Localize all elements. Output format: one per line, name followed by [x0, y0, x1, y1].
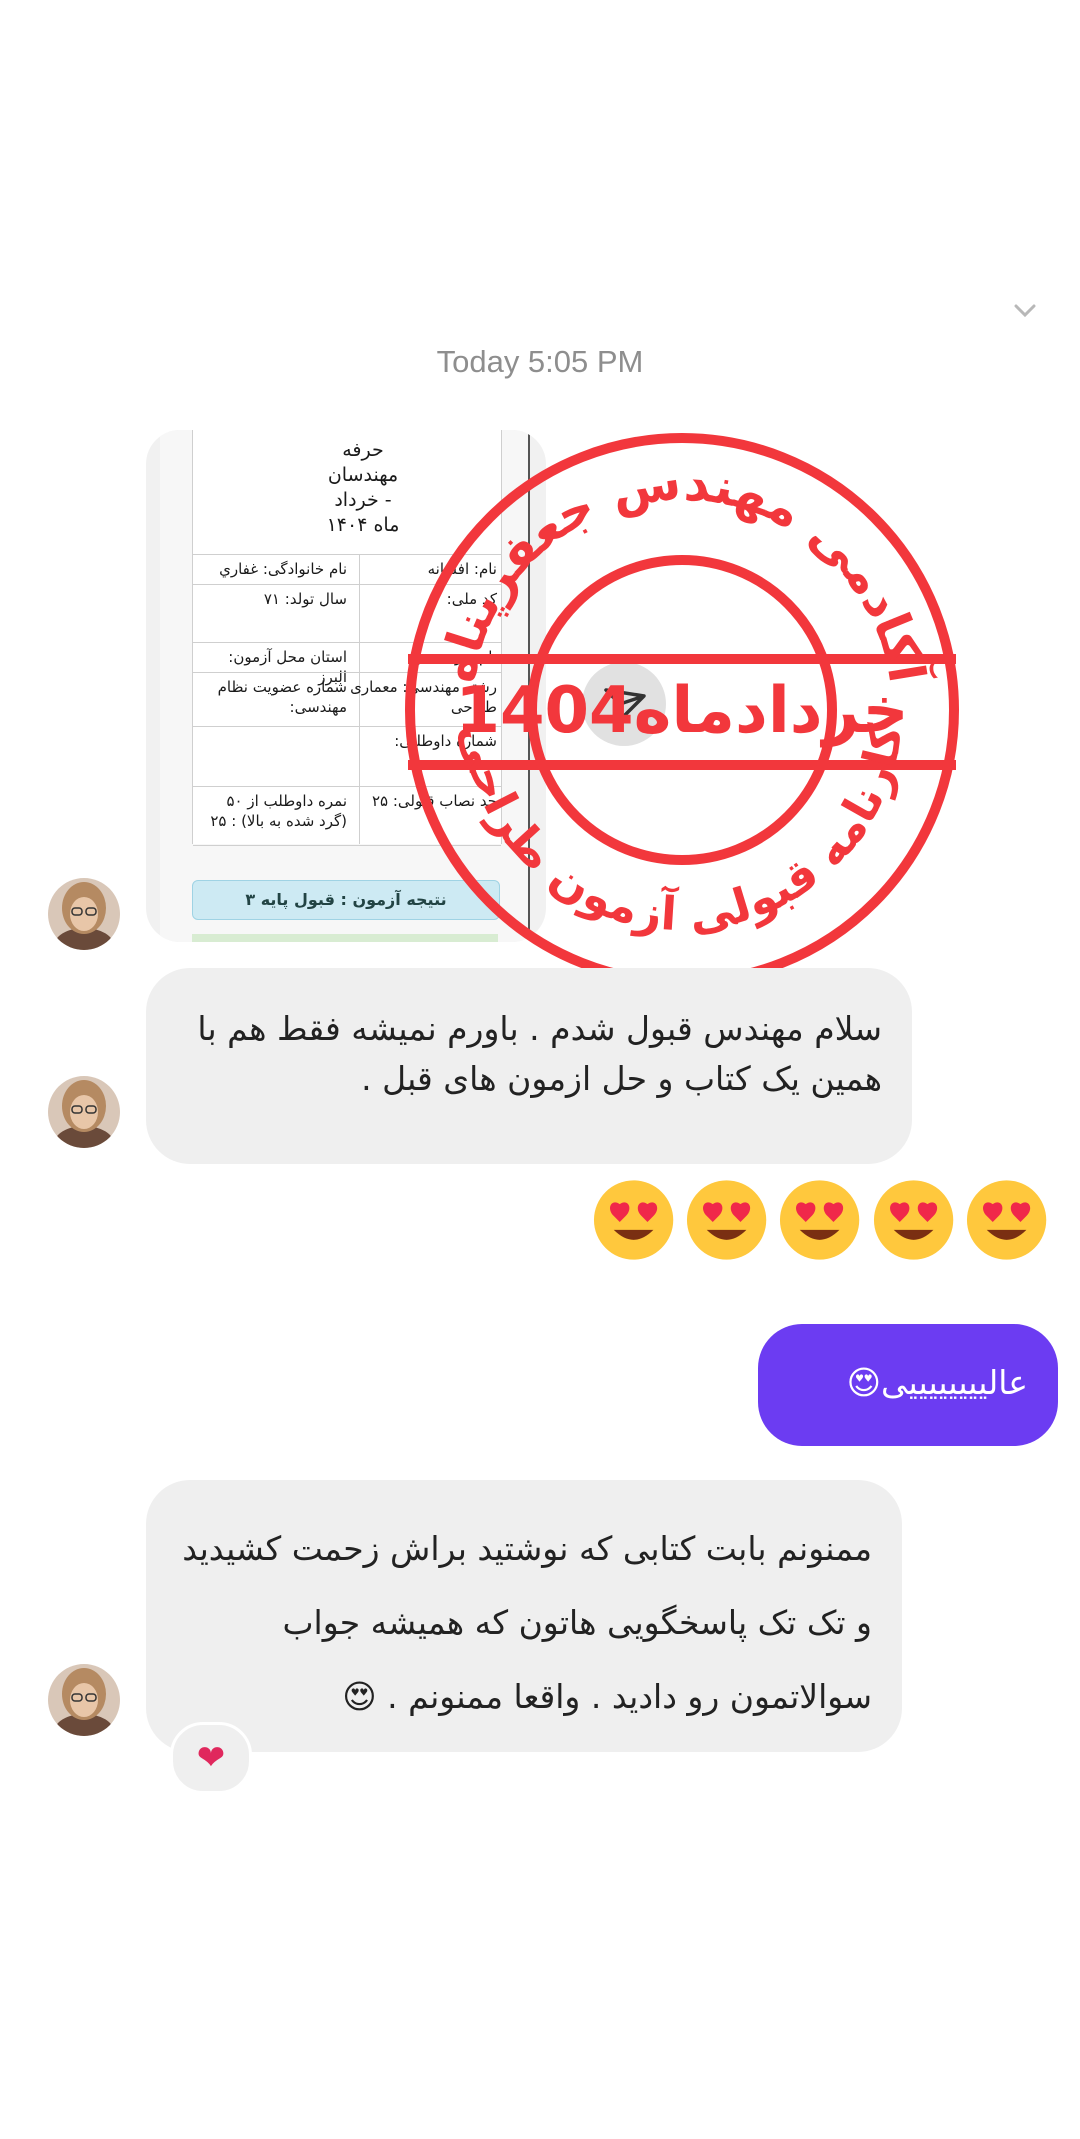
- heart-eyes-emoji-icon: [687, 1180, 767, 1260]
- avatar[interactable]: [48, 1076, 120, 1148]
- svg-text:آکادمی مهندس جعفرپناه: آکادمی مهندس جعفرپناه: [428, 452, 938, 688]
- message-bubble-incoming[interactable]: ممنونم بابت کتابی که نوشتید براش زحمت کش…: [146, 1480, 902, 1752]
- message-text: عالییییییییی😍: [846, 1363, 1028, 1402]
- heart-eyes-emoji-icon: [966, 1180, 1047, 1260]
- heart-reaction-icon[interactable]: ❤: [170, 1722, 252, 1794]
- stamp-center-text: خردادماه1404: [455, 674, 908, 748]
- stamp-watermark: آکادمی مهندس جعفرپناه خردادماه1404 کارنا…: [404, 432, 960, 988]
- message-bubble-incoming[interactable]: سلام مهندس قبول شدم . باورم نمیشه فقط هم…: [146, 968, 912, 1164]
- stamp-top-text: آکادمی مهندس جعفرپناه: [428, 452, 938, 688]
- message-timestamp: Today 5:05 PM: [436, 344, 644, 379]
- heart-eyes-emoji-icon: [593, 1180, 674, 1260]
- chevron-down-icon[interactable]: [1014, 298, 1036, 320]
- stamp-bottom-text: کارنامه قبولی آزمون طراحی: [451, 719, 913, 942]
- heart-eyes-emoji-icon: [780, 1180, 860, 1260]
- svg-text:کارنامه قبولی آزمون طراحی: کارنامه قبولی آزمون طراحی: [451, 719, 913, 942]
- message-bubble-outgoing[interactable]: عالییییییییی😍: [758, 1324, 1058, 1446]
- avatar[interactable]: [48, 878, 120, 950]
- heart-eyes-emoji-icon: [873, 1180, 953, 1260]
- message-text: ممنونم بابت کتابی که نوشتید براش زحمت کش…: [182, 1529, 872, 1716]
- avatar[interactable]: [48, 1664, 120, 1736]
- message-text: سلام مهندس قبول شدم . باورم نمیشه فقط هم…: [197, 1009, 882, 1098]
- emoji-message[interactable]: [590, 1176, 1050, 1272]
